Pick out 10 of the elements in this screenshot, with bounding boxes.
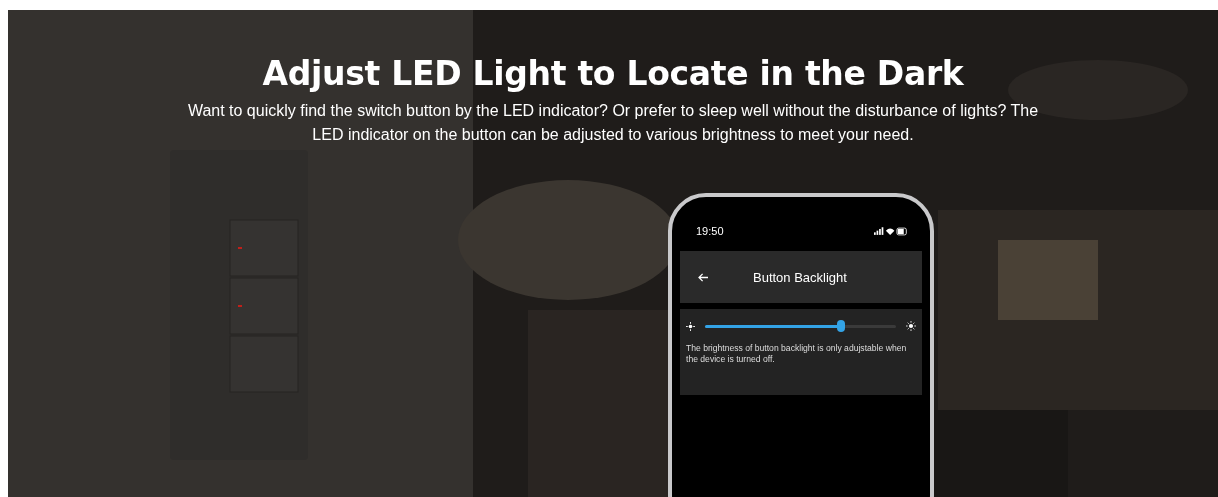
- description: Want to quickly find the switch button by the LED indicator? Or prefer to sleep well without the disturbance of lights? The LED indicator on the button can be adjusted to various brightness to meet your need.: [186, 101, 1040, 145]
- slider-thumb[interactable]: [836, 319, 845, 332]
- screen-title: Button Backlight: [753, 269, 847, 285]
- back-arrow-icon[interactable]: [698, 272, 709, 282]
- bright-sun-icon: [906, 321, 916, 331]
- headline: Adjust LED Light to Locate in the Dark: [261, 54, 965, 93]
- status-icons: [874, 226, 908, 236]
- status-time: 19:50: [696, 225, 724, 237]
- note-text: The brightness of button backlight is only adujstable when the device is turned off.: [686, 343, 908, 365]
- dim-sun-icon: [686, 321, 695, 331]
